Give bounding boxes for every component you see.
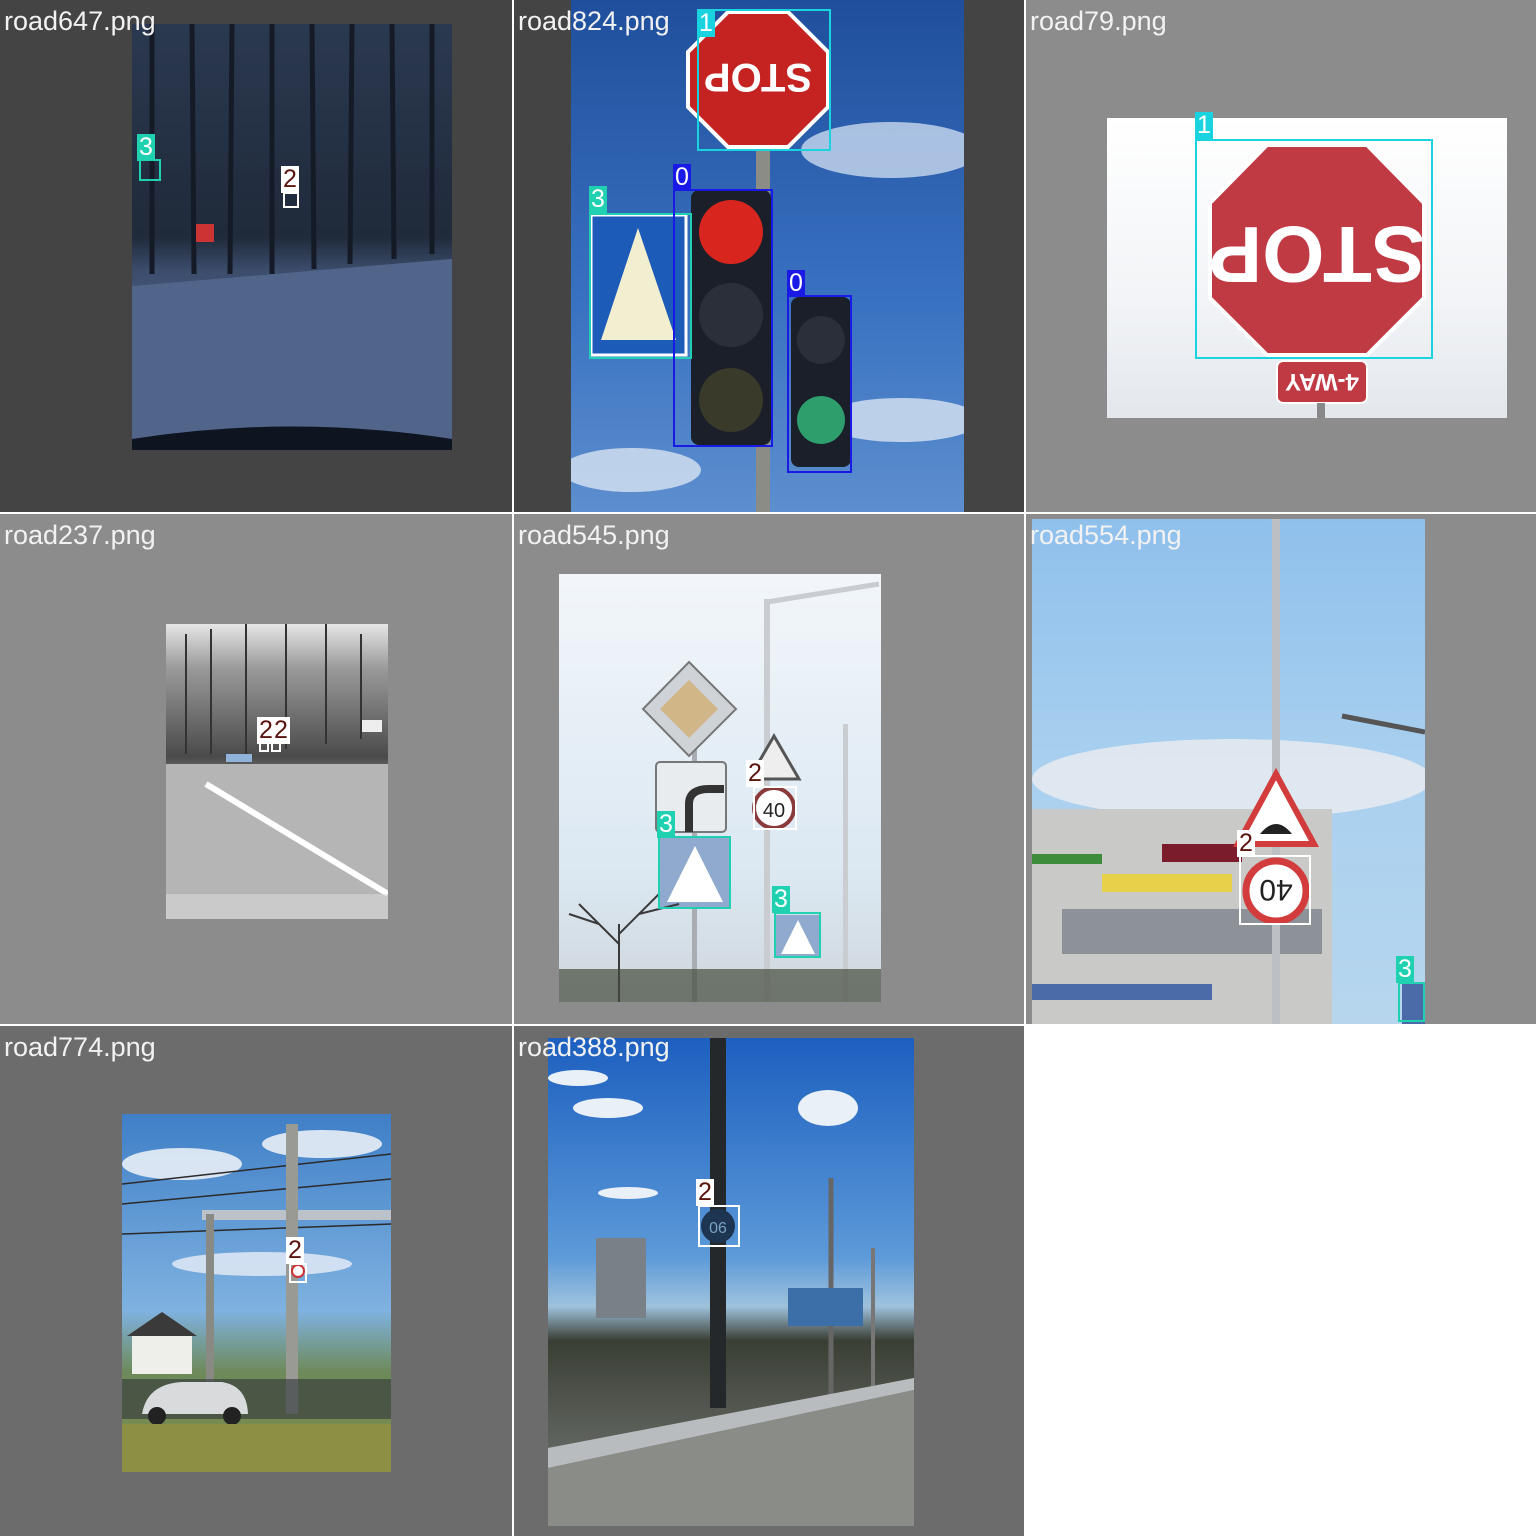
detection-box xyxy=(283,192,299,208)
class-label: 3 xyxy=(772,885,790,913)
class-label: 2 xyxy=(272,716,290,744)
detection-box xyxy=(697,9,831,151)
class-label: 2 xyxy=(696,1178,714,1206)
detection-box xyxy=(658,836,731,909)
tile-road774: 2 road774.png xyxy=(0,1026,512,1536)
photo xyxy=(166,624,388,919)
speed-bump-scene: 40 xyxy=(1032,519,1425,1024)
tile-road545: 40 2 3 3 road545.png xyxy=(514,514,1024,1024)
tile-filename: road388.png xyxy=(518,1032,670,1062)
class-label: 3 xyxy=(1396,955,1414,983)
detection-box xyxy=(774,912,821,958)
photo: 40 xyxy=(1032,519,1425,1024)
detection-box xyxy=(753,786,797,830)
class-label: 2 xyxy=(281,165,299,193)
class-label: 1 xyxy=(697,9,715,37)
tile-road388: 90 2 road388.png xyxy=(514,1026,1024,1536)
tile-road237: 2 2 road237.png xyxy=(0,514,512,1024)
photo xyxy=(122,1114,391,1472)
tile-filename: road824.png xyxy=(518,6,670,36)
detection-box xyxy=(1398,982,1425,1022)
detection-box xyxy=(787,295,852,473)
detection-box xyxy=(1195,139,1433,359)
photo xyxy=(132,24,452,450)
tile-road824: STOP 1 3 0 0 road824.png xyxy=(514,0,1024,512)
detection-box xyxy=(673,189,773,447)
tile-filename: road554.png xyxy=(1030,520,1182,550)
four-way-plate-text: 4-WAY xyxy=(1285,368,1359,395)
class-label: 0 xyxy=(787,269,805,297)
class-label: 1 xyxy=(1195,111,1213,139)
class-label: 0 xyxy=(673,163,691,191)
detection-box xyxy=(139,159,161,181)
tile-filename: road647.png xyxy=(4,6,156,36)
class-label: 3 xyxy=(589,185,607,213)
photo: 90 xyxy=(548,1038,914,1526)
tile-road647: 3 2 road647.png xyxy=(0,0,512,512)
tile-filename: road545.png xyxy=(518,520,670,550)
class-label: 2 xyxy=(1237,829,1255,857)
class-label: 2 xyxy=(746,759,764,787)
tile-road79: STOP 4-WAY 1 road79.png xyxy=(1026,0,1536,512)
detection-box xyxy=(698,1205,740,1247)
forest-scene xyxy=(132,24,452,450)
tile-filename: road79.png xyxy=(1030,6,1167,36)
rail-scene xyxy=(122,1124,391,1472)
overpass-scene: 90 xyxy=(548,1038,914,1526)
tile-filename: road774.png xyxy=(4,1032,156,1062)
class-label: 3 xyxy=(657,810,675,838)
detection-box xyxy=(1239,855,1311,925)
tile-filename: road237.png xyxy=(4,520,156,550)
empty-grid-cell xyxy=(1026,1026,1536,1536)
highway-scene xyxy=(166,624,388,919)
tile-road554: 40 2 3 road554.png xyxy=(1026,514,1536,1024)
detection-box xyxy=(289,1263,307,1283)
class-label: 3 xyxy=(137,133,155,161)
priority-road-scene: 40 xyxy=(559,581,881,1002)
photo: 40 xyxy=(559,574,881,1002)
class-label: 2 xyxy=(286,1236,304,1264)
